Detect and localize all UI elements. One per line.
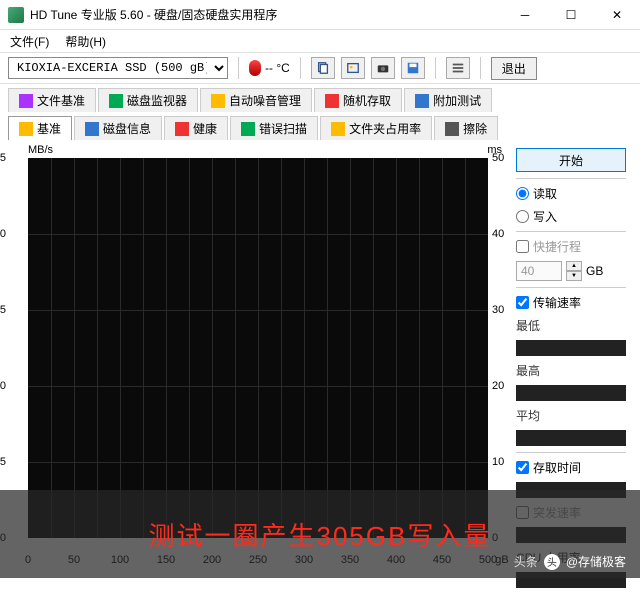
menu-help[interactable]: 帮助(H): [59, 31, 112, 52]
save-button[interactable]: [401, 57, 425, 79]
tab-磁盘信息[interactable]: 磁盘信息: [74, 116, 162, 140]
drive-select[interactable]: KIOXIA-EXCERIA SSD (500 gB): [8, 57, 228, 79]
copy-text-button[interactable]: [311, 57, 335, 79]
tab-擦除[interactable]: 擦除: [434, 116, 498, 140]
tab-附加测试[interactable]: 附加测试: [404, 88, 492, 112]
copy-image-button[interactable]: [341, 57, 365, 79]
tab-label: 磁盘信息: [103, 120, 151, 137]
tab-随机存取[interactable]: 随机存取: [314, 88, 402, 112]
tab-健康[interactable]: 健康: [164, 116, 228, 140]
stepper-up[interactable]: ▲: [566, 261, 582, 271]
temperature-value: -- °C: [265, 61, 290, 75]
separator: [480, 57, 481, 79]
short-stroke-input[interactable]: [516, 261, 562, 281]
tab-icon: [109, 94, 123, 108]
write-radio[interactable]: 写入: [516, 208, 626, 225]
tab-label: 擦除: [463, 120, 487, 137]
tab-label: 附加测试: [433, 92, 481, 109]
minimize-button[interactable]: ─: [502, 0, 548, 30]
tab-label: 磁盘监视器: [127, 92, 187, 109]
avg-value: [516, 430, 626, 446]
max-value: [516, 385, 626, 401]
tab-icon: [19, 122, 33, 136]
tab-icon: [331, 122, 345, 136]
tab-label: 健康: [193, 120, 217, 137]
avg-label: 平均: [516, 407, 626, 424]
read-radio[interactable]: 读取: [516, 185, 626, 202]
screenshot-button[interactable]: [371, 57, 395, 79]
tab-icon: [211, 94, 225, 108]
tab-icon: [19, 94, 33, 108]
tab-label: 自动噪音管理: [229, 92, 301, 109]
close-button[interactable]: ✕: [594, 0, 640, 30]
maximize-button[interactable]: ☐: [548, 0, 594, 30]
min-value: [516, 340, 626, 356]
tab-icon: [85, 122, 99, 136]
separator: [300, 57, 301, 79]
tab-错误扫描[interactable]: 错误扫描: [230, 116, 318, 140]
separator: [238, 57, 239, 79]
menu-file[interactable]: 文件(F): [4, 31, 55, 52]
tab-自动噪音管理[interactable]: 自动噪音管理: [200, 88, 312, 112]
short-stroke-checkbox[interactable]: 快捷行程: [516, 238, 626, 255]
separator: [516, 287, 626, 288]
y-axis-left-label: MB/s: [28, 144, 53, 156]
tab-label: 随机存取: [343, 92, 391, 109]
tab-label: 错误扫描: [259, 120, 307, 137]
start-button[interactable]: 开始: [516, 148, 626, 172]
stepper-down[interactable]: ▼: [566, 271, 582, 281]
min-label: 最低: [516, 317, 626, 334]
tab-icon: [325, 94, 339, 108]
thermometer-icon: [249, 60, 261, 76]
gb-label: GB: [586, 264, 603, 278]
separator: [516, 452, 626, 453]
app-icon: [8, 7, 24, 23]
exit-button[interactable]: 退出: [491, 57, 537, 80]
tab-文件夹占用率[interactable]: 文件夹占用率: [320, 116, 432, 140]
tab-磁盘监视器[interactable]: 磁盘监视器: [98, 88, 198, 112]
tab-icon: [241, 122, 255, 136]
separator: [516, 178, 626, 179]
settings-button[interactable]: [446, 57, 470, 79]
annotation-overlay: 测试一圈产生305GB写入量 头条 头 @存储极客: [0, 490, 640, 578]
max-label: 最高: [516, 362, 626, 379]
tab-label: 文件夹占用率: [349, 120, 421, 137]
tab-icon: [175, 122, 189, 136]
separator: [516, 231, 626, 232]
watermark: 头条 头 @存储极客: [514, 553, 626, 570]
access-time-checkbox[interactable]: 存取时间: [516, 459, 626, 476]
tab-label: 文件基准: [37, 92, 85, 109]
annotation-text: 测试一圈产生305GB写入量: [149, 516, 492, 553]
tab-文件基准[interactable]: 文件基准: [8, 88, 96, 112]
tab-基准[interactable]: 基准: [8, 116, 72, 140]
tab-label: 基准: [37, 120, 61, 137]
tab-icon: [445, 122, 459, 136]
separator: [435, 57, 436, 79]
transfer-rate-checkbox[interactable]: 传输速率: [516, 294, 626, 311]
window-title: HD Tune 专业版 5.60 - 硬盘/固态硬盘实用程序: [30, 6, 502, 23]
tab-icon: [415, 94, 429, 108]
